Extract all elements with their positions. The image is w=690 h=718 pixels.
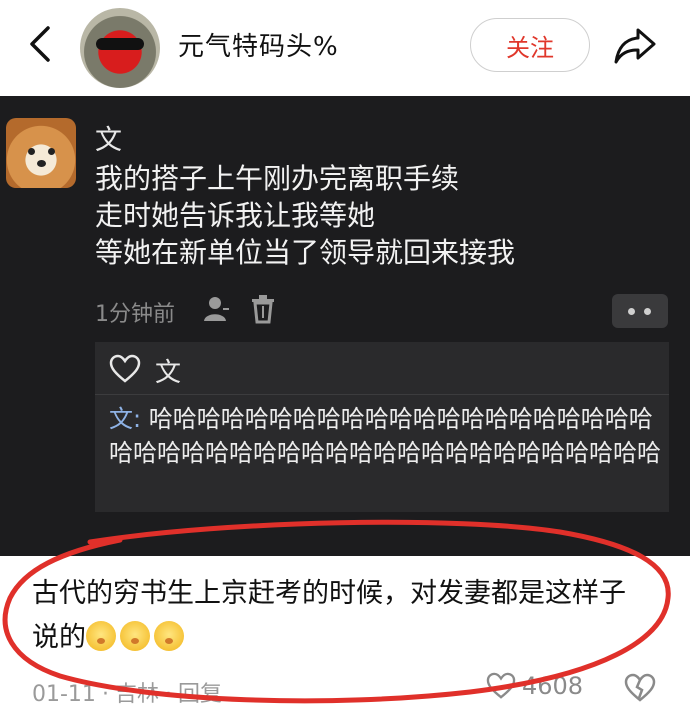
channel-avatar[interactable] [80, 8, 160, 88]
post-author-avatar [6, 118, 76, 188]
heart-outline-icon [486, 672, 516, 699]
reply-text: 文: 哈哈哈哈哈哈哈哈哈哈哈哈哈哈哈哈哈哈哈哈哈哈哈哈哈哈哈哈哈哈哈哈哈哈哈哈哈… [109, 402, 665, 470]
reply-body: 哈哈哈哈哈哈哈哈哈哈哈哈哈哈哈哈哈哈哈哈哈哈哈哈哈哈哈哈哈哈哈哈哈哈哈哈哈哈哈哈… [109, 405, 661, 467]
follow-button[interactable]: 关注 [470, 18, 590, 72]
comment-date: 01-11 [32, 682, 96, 707]
like-count: 4608 [522, 672, 584, 700]
channel-name[interactable]: 元气特码头% [178, 26, 339, 63]
shushing-face-emoji-icon [86, 621, 116, 651]
comment-meta: 01-11 · 吉林 · 回复 [32, 682, 222, 707]
back-arrow-icon[interactable] [24, 24, 58, 64]
post-author-name: 文 [95, 125, 122, 156]
trash-icon[interactable] [250, 294, 276, 324]
top-app-bar: 元气特码头% 关注 [0, 0, 690, 96]
reply-author[interactable]: 文: [109, 405, 141, 433]
like-button[interactable]: 4608 [486, 672, 583, 700]
divider [95, 394, 669, 395]
reply-link[interactable]: 回复 [178, 682, 222, 707]
post-line: 我的搭子上午刚办完离职手续 [95, 162, 460, 195]
user-icon [204, 297, 229, 321]
more-options-button[interactable] [612, 294, 668, 328]
comment-line-2: 说的 [32, 616, 672, 660]
broken-heart-icon[interactable] [624, 672, 656, 704]
post-line: 走时她告诉我让我等她 [95, 199, 376, 232]
post-screenshot: 文 我的搭子上午刚办完离职手续 走时她告诉我让我等她 等她在新单位当了领导就回来… [0, 96, 690, 556]
shushing-face-emoji-icon [154, 621, 184, 651]
post-body: 我的搭子上午刚办完离职手续 走时她告诉我让我等她 等她在新单位当了领导就回来接我 [95, 160, 515, 271]
heart-outline-icon[interactable] [109, 354, 141, 384]
comment-text: 古代的穷书生上京赶考的时候，对发妻都是这样子 说的 [32, 572, 672, 660]
comment-line-text: 说的 [32, 622, 86, 653]
post-timestamp: 1分钟前 [95, 302, 175, 327]
comment-location: 吉林 [114, 682, 159, 707]
comment-line: 古代的穷书生上京赶考的时候，对发妻都是这样子 [32, 578, 626, 609]
reply-box: 文 文: 哈哈哈哈哈哈哈哈哈哈哈哈哈哈哈哈哈哈哈哈哈哈哈哈哈哈哈哈哈哈哈哈哈哈哈… [95, 342, 669, 512]
share-icon[interactable] [612, 22, 658, 68]
liker-name: 文 [155, 358, 182, 388]
shushing-face-emoji-icon [120, 621, 150, 651]
post-line: 等她在新单位当了领导就回来接我 [95, 236, 516, 269]
